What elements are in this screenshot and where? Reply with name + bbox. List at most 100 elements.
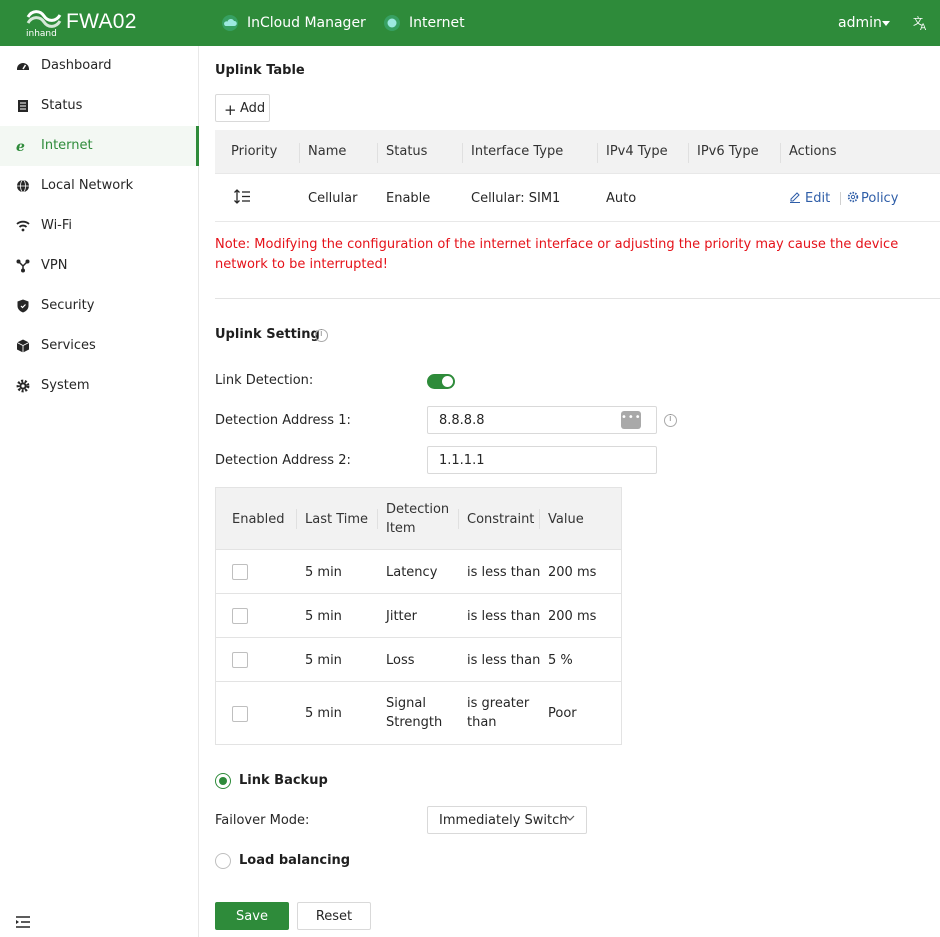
table-row: 5 min Loss is less than 5 % bbox=[216, 638, 621, 682]
cell-ipv4-type: Auto bbox=[606, 191, 637, 206]
reset-button[interactable]: Reset bbox=[297, 902, 371, 930]
column-header: IPv4 Type bbox=[606, 144, 668, 159]
detection-table-header: Enabled Last Time Detection Item Constra… bbox=[216, 488, 621, 550]
enabled-checkbox[interactable] bbox=[232, 564, 248, 580]
enabled-checkbox[interactable] bbox=[232, 608, 248, 624]
sidebar-item-security[interactable]: Security bbox=[0, 286, 199, 326]
failover-mode-value: Immediately Switch bbox=[439, 813, 568, 828]
column-separator bbox=[299, 143, 300, 163]
info-icon[interactable] bbox=[664, 414, 677, 427]
globe-icon bbox=[17, 179, 29, 193]
cell-detection-item: Signal Strength bbox=[386, 696, 443, 730]
cell-name: Cellular bbox=[308, 191, 358, 206]
dashboard-icon bbox=[17, 63, 29, 70]
link-backup-label[interactable]: Link Backup bbox=[239, 773, 328, 788]
plus-icon: + bbox=[224, 101, 237, 119]
shield-icon bbox=[17, 299, 29, 313]
sidebar-item-label: Services bbox=[41, 338, 96, 353]
sidebar-item-label: VPN bbox=[41, 258, 68, 273]
sidebar-item-services[interactable]: Services bbox=[0, 326, 199, 366]
username: admin bbox=[838, 15, 882, 31]
table-row: Cellular Enable Cellular: SIM1 Auto Edit… bbox=[215, 174, 940, 222]
column-separator bbox=[688, 143, 689, 163]
sidebar-item-label: Wi-Fi bbox=[41, 218, 73, 233]
column-separator bbox=[597, 143, 598, 163]
info-icon[interactable] bbox=[315, 329, 328, 342]
translate-icon[interactable]: 文 A bbox=[913, 15, 929, 31]
user-menu[interactable]: admin bbox=[838, 15, 890, 31]
cell-detection-item: Loss bbox=[386, 653, 415, 668]
gear-icon bbox=[16, 379, 30, 393]
column-header: Status bbox=[386, 144, 428, 159]
column-header: Priority bbox=[231, 144, 278, 159]
svg-text:A: A bbox=[920, 23, 927, 31]
drag-sort-icon[interactable] bbox=[234, 189, 250, 204]
link-backup-radio[interactable] bbox=[215, 773, 231, 789]
vpn-icon bbox=[16, 259, 30, 273]
svg-text:inhand: inhand bbox=[26, 29, 57, 37]
cell-interface-type: Cellular: SIM1 bbox=[471, 191, 561, 206]
more-options-icon[interactable]: ••• bbox=[621, 411, 641, 429]
column-separator bbox=[377, 143, 378, 163]
failover-mode-select[interactable]: Immediately Switch bbox=[427, 806, 587, 834]
sidebar-item-label: System bbox=[41, 378, 90, 393]
sidebar-item-system[interactable]: System bbox=[0, 366, 199, 406]
load-balancing-radio[interactable] bbox=[215, 853, 231, 869]
policy-link[interactable]: Policy bbox=[847, 191, 898, 206]
cube-icon bbox=[16, 339, 30, 353]
uplink-table-header: Priority Name Status Interface Type IPv4… bbox=[215, 130, 940, 174]
sidebar-item-vpn[interactable]: VPN bbox=[0, 246, 199, 286]
sidebar-item-dashboard[interactable]: Dashboard bbox=[0, 46, 199, 86]
cell-last-time: 5 min bbox=[305, 653, 342, 668]
failover-mode-label: Failover Mode: bbox=[215, 813, 310, 828]
table-row: 5 min Signal Strength is greater than Po… bbox=[216, 682, 621, 744]
cell-last-time: 5 min bbox=[305, 609, 342, 624]
detection-address-2-field[interactable]: 1.1.1.1 bbox=[427, 446, 657, 474]
uplink-table-title: Uplink Table bbox=[215, 63, 305, 78]
nav-internet-label: Internet bbox=[409, 15, 465, 31]
save-button[interactable]: Save bbox=[215, 902, 289, 930]
enabled-checkbox[interactable] bbox=[232, 706, 248, 722]
cell-value: 200 ms bbox=[548, 565, 597, 580]
action-separator bbox=[840, 192, 841, 205]
enabled-checkbox[interactable] bbox=[232, 652, 248, 668]
link-detection-toggle[interactable] bbox=[427, 374, 455, 389]
load-balancing-label[interactable]: Load balancing bbox=[239, 853, 350, 868]
list-icon bbox=[18, 100, 28, 112]
edit-link[interactable]: Edit bbox=[789, 191, 830, 206]
add-button-label: Add bbox=[240, 101, 266, 116]
sidebar-item-status[interactable]: Status bbox=[0, 86, 199, 126]
sidebar-item-label: Local Network bbox=[41, 178, 134, 193]
sidebar-item-internet[interactable]: e Internet bbox=[0, 126, 199, 166]
main-content: Uplink Table + Add Priority Name Status … bbox=[199, 46, 940, 937]
column-header: Interface Type bbox=[471, 144, 564, 159]
cloud-icon bbox=[222, 15, 238, 31]
section-divider bbox=[215, 298, 940, 299]
warning-note: Note: Modifying the configuration of the… bbox=[215, 237, 899, 272]
table-row: 5 min Latency is less than 200 ms bbox=[216, 550, 621, 594]
cell-constraint: is less than bbox=[467, 653, 541, 668]
column-separator bbox=[458, 509, 459, 529]
menu-collapse-icon[interactable] bbox=[16, 916, 30, 928]
edit-label: Edit bbox=[805, 191, 831, 206]
cell-last-time: 5 min bbox=[305, 706, 342, 721]
detection-address-1-field[interactable]: 8.8.8.8 ••• bbox=[427, 406, 657, 434]
caret-down-icon bbox=[882, 21, 890, 26]
save-button-label: Save bbox=[236, 909, 268, 924]
sidebar-item-label: Status bbox=[41, 98, 83, 113]
column-header: Last Time bbox=[305, 512, 369, 527]
sidebar-item-local-network[interactable]: Local Network bbox=[0, 166, 199, 206]
settings-icon bbox=[847, 191, 859, 203]
internet-explorer-icon: e bbox=[16, 139, 25, 153]
column-separator bbox=[539, 509, 540, 529]
column-header: Detection Item bbox=[386, 502, 450, 536]
chevron-down-icon bbox=[565, 815, 575, 821]
edit-icon bbox=[790, 192, 800, 203]
policy-label: Policy bbox=[861, 191, 899, 206]
reset-button-label: Reset bbox=[315, 909, 353, 924]
sidebar-item-wifi[interactable]: Wi-Fi bbox=[0, 206, 199, 246]
sidebar: Dashboard Status e Internet Local Networ… bbox=[0, 46, 199, 937]
column-header: Constraint bbox=[467, 512, 535, 527]
cell-constraint: is less than bbox=[467, 565, 541, 580]
add-button[interactable]: + Add bbox=[215, 94, 270, 122]
